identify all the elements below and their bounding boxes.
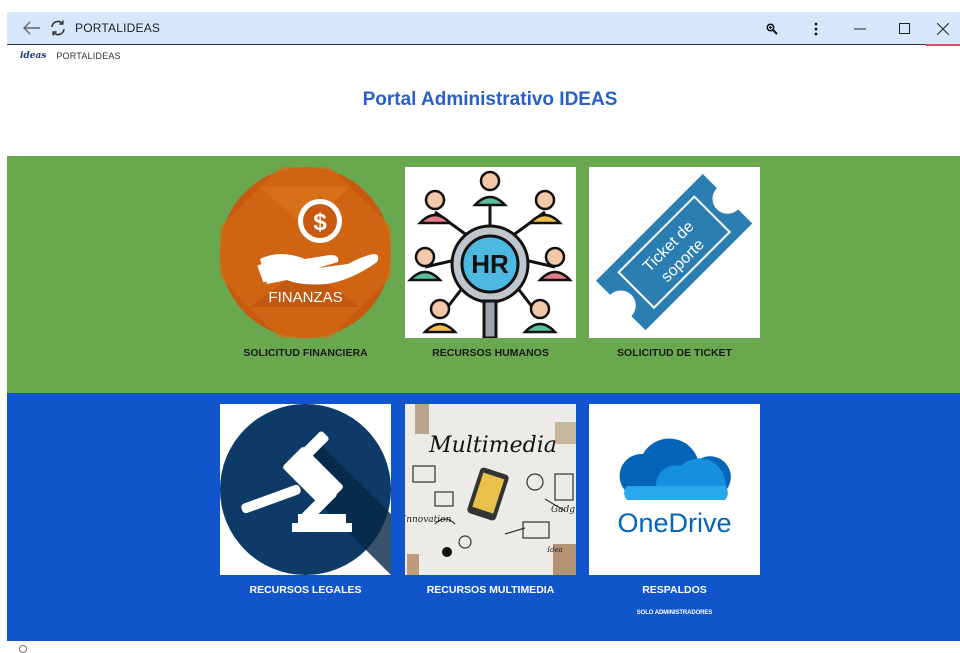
gavel-icon[interactable] <box>220 404 391 575</box>
window-titlebar: PORTALIDEAS <box>7 12 960 46</box>
onedrive-image-text: OneDrive <box>617 508 731 538</box>
tile-label[interactable]: RECURSOS MULTIMEDIA <box>427 584 555 596</box>
tile-recursos-legales[interactable]: RECURSOS LEGALES <box>220 404 391 596</box>
zoom-icon[interactable] <box>750 16 794 42</box>
tile-sublabel: SOLO ADMINISTRADORES <box>636 610 713 616</box>
hr-people-network-icon[interactable]: HR <box>405 167 576 338</box>
page-title: Portal Administrativo IDEAS <box>362 89 618 110</box>
bottom-tiles-section: RECURSOS LEGALES Multimedia Innovation G… <box>7 393 960 641</box>
tile-respaldos[interactable]: OneDrive RESPALDOS SOLO ADMINISTRADORES <box>589 404 760 616</box>
site-name[interactable]: PORTALIDEAS <box>56 51 120 61</box>
minimize-icon[interactable] <box>838 16 882 42</box>
more-vert-icon[interactable] <box>794 16 838 42</box>
tile-label[interactable]: RECURSOS HUMANOS <box>432 347 549 359</box>
scroll-indicator-icon[interactable] <box>19 645 27 653</box>
multimedia-image-text: Multimedia <box>428 433 557 458</box>
tile-recursos-multimedia[interactable]: Multimedia Innovation Gadg Idea RECURSOS… <box>405 404 576 596</box>
multimedia-doodle-icon[interactable]: Multimedia Innovation Gadg Idea <box>405 404 576 575</box>
svg-text:$: $ <box>313 209 327 236</box>
tile-label[interactable]: SOLICITUD DE TICKET <box>617 347 732 359</box>
hr-image-text: HR <box>471 249 509 279</box>
multimedia-innovation-text: Innovation <box>405 515 452 525</box>
multimedia-idea-text: Idea <box>546 546 563 554</box>
close-hover-bar <box>926 44 960 46</box>
tile-label[interactable]: RECURSOS LEGALES <box>249 584 361 596</box>
support-ticket-icon[interactable]: Ticket de soporte <box>589 167 760 338</box>
reload-icon[interactable] <box>45 15 71 41</box>
tile-label[interactable]: RESPALDOS <box>642 584 707 596</box>
top-tiles-section: $ FINANZAS SOLICITUD FINANCIERA HR RECUR… <box>7 156 960 393</box>
tile-solicitud-financiera[interactable]: $ FINANZAS SOLICITUD FINANCIERA <box>220 167 391 359</box>
back-arrow-icon[interactable] <box>19 15 45 41</box>
close-icon[interactable] <box>926 16 960 42</box>
window-title: PORTALIDEAS <box>75 21 161 35</box>
onedrive-cloud-icon[interactable]: OneDrive <box>589 404 760 575</box>
ideas-logo[interactable]: ideas <box>20 51 46 61</box>
finanzas-image-text: FINANZAS <box>268 289 342 306</box>
finance-hand-dollar-icon[interactable]: $ FINANZAS <box>220 167 391 338</box>
tile-label[interactable]: SOLICITUD FINANCIERA <box>243 347 367 359</box>
tile-recursos-humanos[interactable]: HR RECURSOS HUMANOS <box>405 167 576 359</box>
site-header: ideas PORTALIDEAS <box>20 51 121 61</box>
tile-solicitud-de-ticket[interactable]: Ticket de soporte SOLICITUD DE TICKET <box>589 167 760 359</box>
maximize-icon[interactable] <box>882 16 926 42</box>
multimedia-gadg-text: Gadg <box>551 505 575 515</box>
